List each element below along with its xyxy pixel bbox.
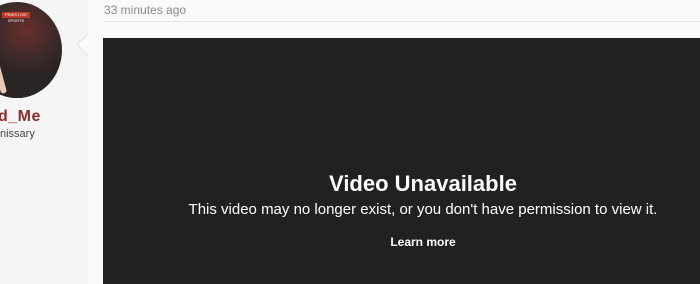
post-timestamp[interactable]: 33 minutes ago: [104, 3, 186, 17]
learn-more-link[interactable]: Learn more: [103, 235, 700, 249]
post-body: 33 minutes ago Video Unavailable This vi…: [88, 0, 700, 284]
username-link[interactable]: d_Me: [0, 108, 41, 126]
user-sidebar: PINKS LIVE SPORTS d_Me nissary: [0, 0, 89, 284]
avatar-sign: PINKS LIVE SPORTS: [2, 12, 30, 23]
avatar-floor: [0, 72, 62, 98]
video-embed[interactable]: Video Unavailable This video may no long…: [103, 38, 700, 284]
post-divider: [104, 21, 700, 22]
video-unavailable-message: This video may no longer exist, or you d…: [188, 201, 658, 218]
video-unavailable-title: Video Unavailable: [329, 171, 517, 196]
user-title: nissary: [0, 128, 35, 140]
avatar[interactable]: PINKS LIVE SPORTS: [0, 2, 62, 98]
